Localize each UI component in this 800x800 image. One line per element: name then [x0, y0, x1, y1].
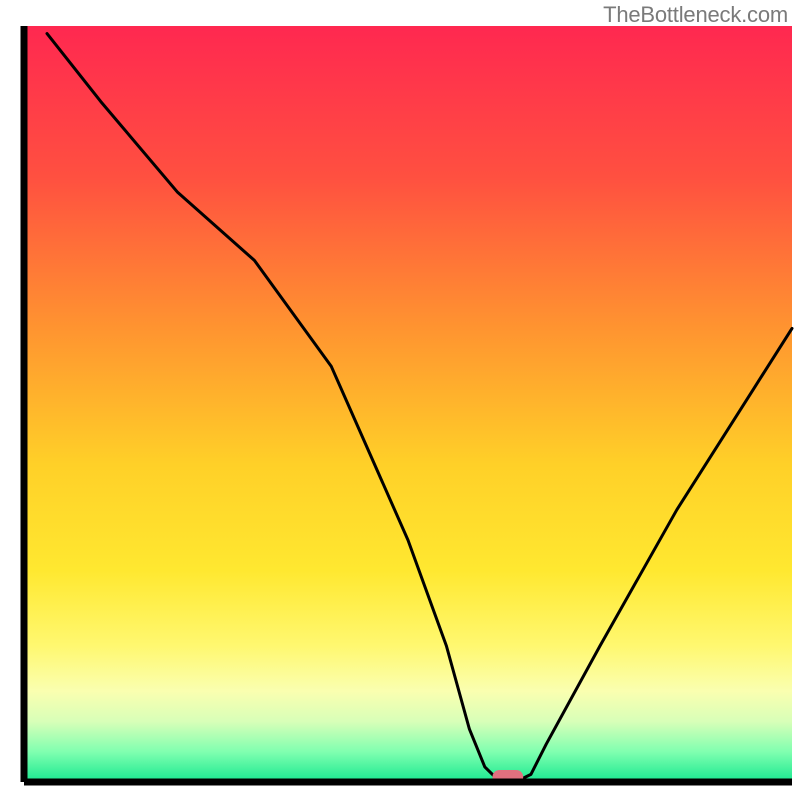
watermark-text: TheBottleneck.com	[603, 2, 788, 28]
gradient-background	[24, 26, 792, 782]
chart-container: TheBottleneck.com	[0, 0, 800, 800]
bottleneck-chart	[0, 0, 800, 800]
